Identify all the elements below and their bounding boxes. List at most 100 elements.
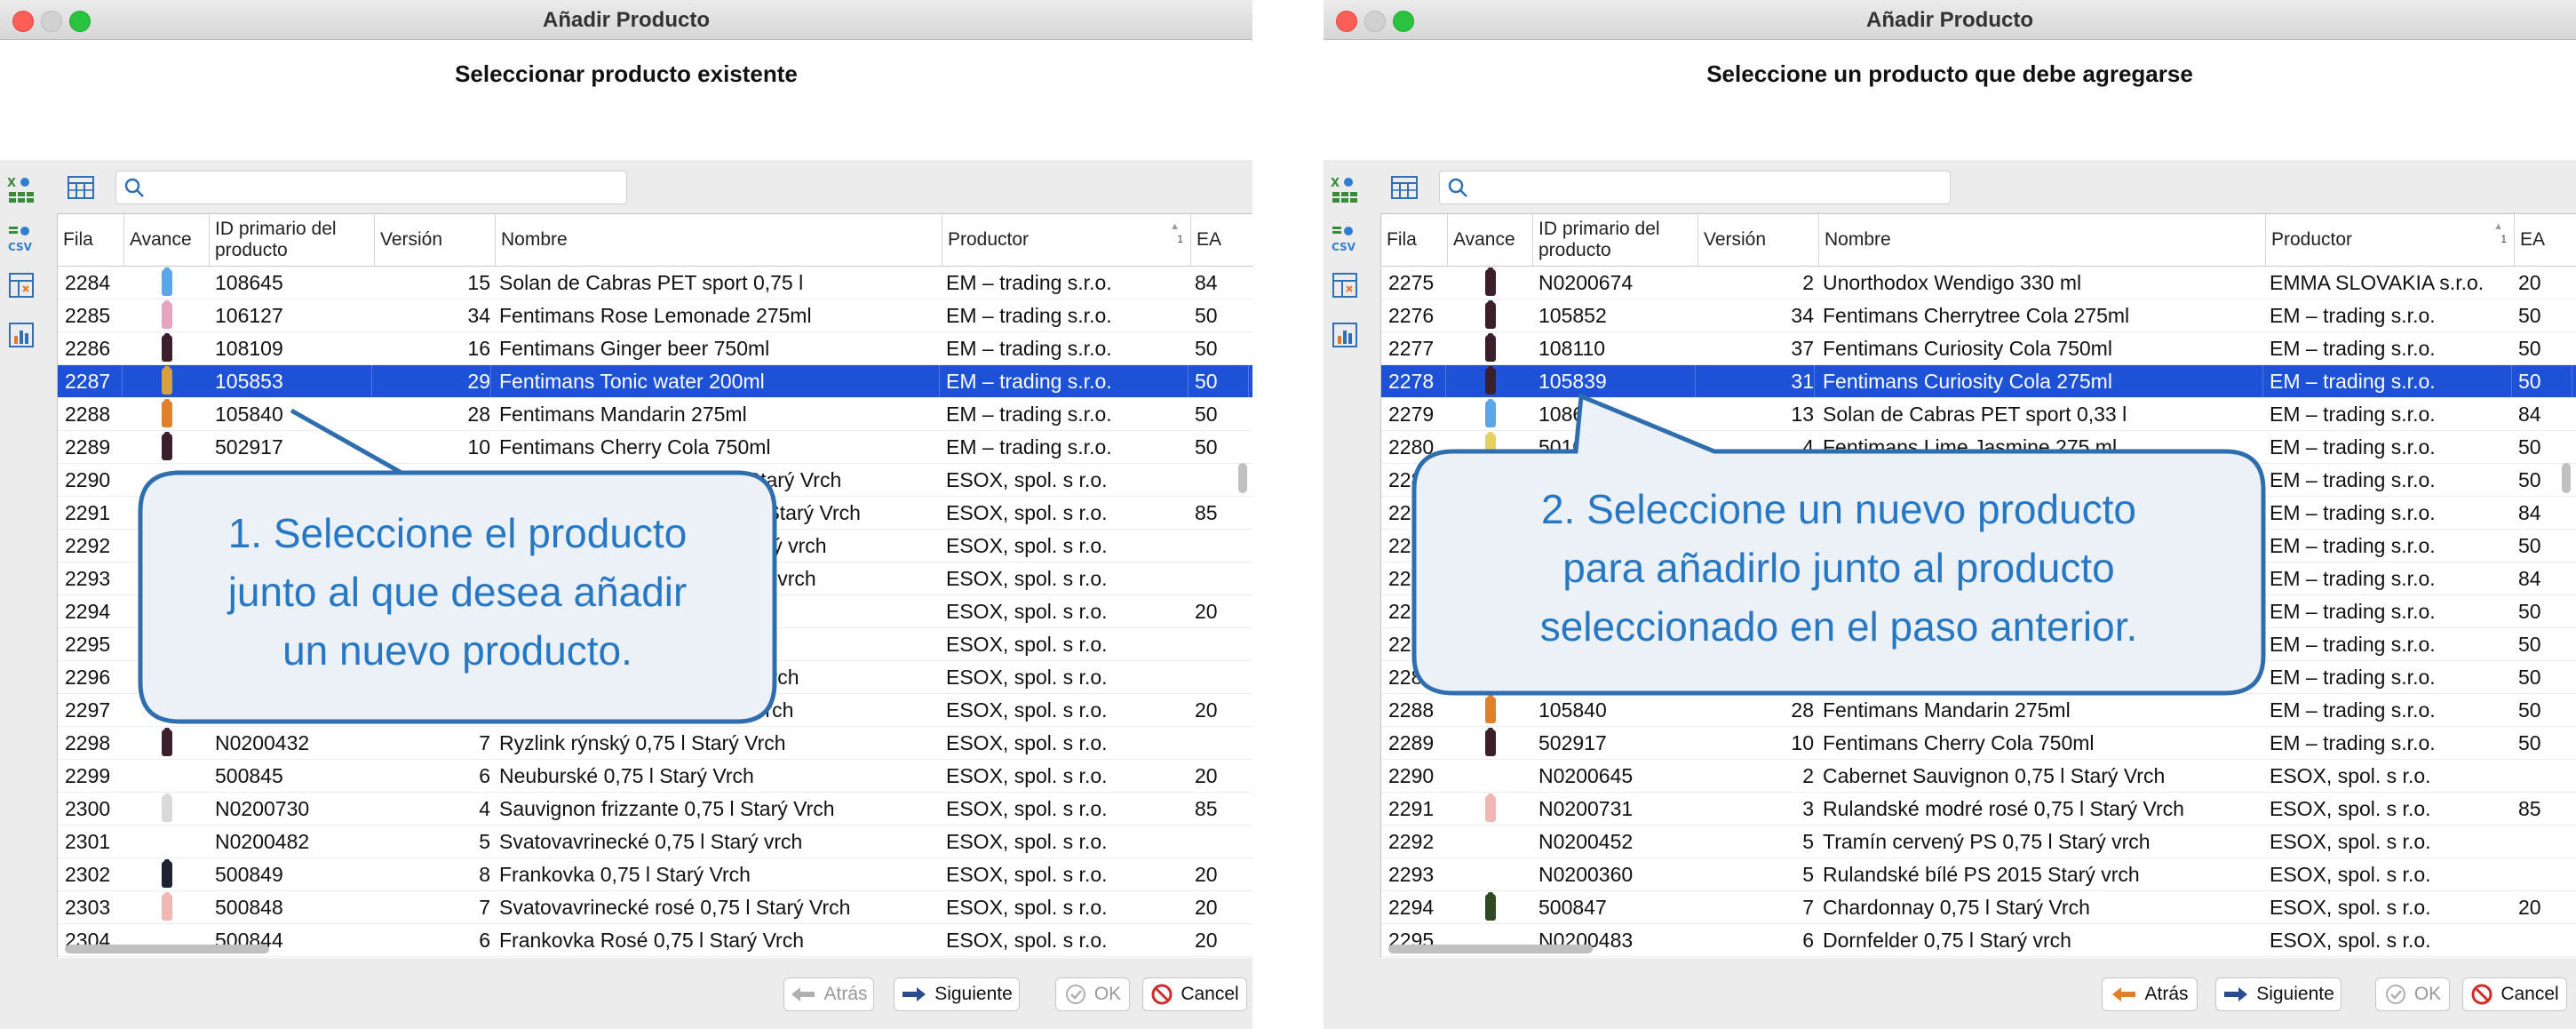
cell-id: 500845 <box>215 764 283 787</box>
table-row[interactable]: 2292 N0200452 5 Tramín cervený PS 0,75 l St… <box>1381 826 2576 858</box>
cell-productor: ESOX, spol. s r.o. <box>946 731 1108 754</box>
cell-ea: 50 <box>2518 633 2541 656</box>
cell-fila: 2293 <box>1388 863 1435 886</box>
column-header-id[interactable]: ID primario del producto <box>1533 214 1698 266</box>
cancel-button[interactable]: Cancel <box>1142 977 1247 1011</box>
cancel-button[interactable]: Cancel <box>2462 977 2567 1011</box>
table-row[interactable]: 2285 106127 34 Fentimans Rose Lemonade 275m… <box>58 299 1252 332</box>
next-button[interactable]: Siguiente <box>894 977 1020 1011</box>
table-row[interactable]: 2290 N0200645 2 Cabernet Sauvignon 0,75 l S… <box>1381 760 2576 793</box>
csv-export-icon[interactable]: CSV <box>1331 224 1361 254</box>
table-row[interactable]: 2280 501000 4 Fentimans Lime Jasmine 275 ml… <box>1381 431 2576 464</box>
dialog-subtitle: Seleccione un producto que debe agregars… <box>1706 60 2193 87</box>
back-button[interactable]: Atrás <box>783 977 874 1011</box>
table-row[interactable]: 2289 502917 10 Fentimans Cherry Cola 750ml E… <box>1381 727 2576 760</box>
cell-version: 37 <box>1791 337 1814 360</box>
next-button[interactable]: Siguiente <box>2215 977 2341 1011</box>
column-header-version[interactable]: Versión <box>1698 214 1819 266</box>
search-input[interactable] <box>115 171 627 204</box>
table-row[interactable]: 2284 108645 15 Solan de Cabras PET sport 0,… <box>58 267 1252 299</box>
column-header-nombre[interactable]: Nombre <box>1819 214 2266 266</box>
cell-ea <box>1195 661 1248 693</box>
cell-version: 6 <box>1802 929 1814 952</box>
productor-label: Productor <box>2271 229 2353 250</box>
cell-nombre: Svatovavrinecké rosé 0,75 l Starý Vrch <box>499 896 851 919</box>
column-header-productor[interactable]: Productor ▲ 1 <box>2266 214 2515 266</box>
back-button[interactable]: Atrás <box>2102 977 2198 1011</box>
cell-version: 5 <box>1802 863 1814 886</box>
column-header-version[interactable]: Versión <box>375 214 496 266</box>
vertical-scrollbar[interactable] <box>1238 463 1247 493</box>
table-row[interactable]: 2299 500845 6 Neuburské 0,75 l Starý Vrch ES… <box>58 760 1252 793</box>
table-row[interactable]: 2303 500848 7 Svatovavrinecké rosé 0,75 l S… <box>58 891 1252 924</box>
table-row[interactable]: 2275 N0200674 2 Unorthodox Wendigo 330 ml EM… <box>1381 267 2576 299</box>
cell-fila: 2300 <box>65 797 111 820</box>
table-row[interactable]: 2297 500846 7 Ryzlink vlašský 0,75 l Starý … <box>58 694 1252 727</box>
next-button-label: Siguiente <box>934 984 1013 1004</box>
table-row[interactable]: 2301 N0200482 5 Svatovavrinecké 0,75 l Star… <box>58 826 1252 858</box>
column-header-avance[interactable]: Avance <box>124 214 210 266</box>
table-row[interactable]: 2276 105852 34 Fentimans Cherrytree Cola 27… <box>1381 299 2576 332</box>
cell-ea: 84 <box>1195 271 1218 294</box>
column-header-fila[interactable]: Fila <box>1381 214 1448 266</box>
table-row-selected[interactable]: 2287 105853 29 Fentimans Tonic water 200ml E… <box>58 365 1252 398</box>
cell-id: N0200645 <box>1538 764 1634 787</box>
table-row[interactable]: 2288 105840 28 Fentimans Mandarin 275ml EM –… <box>58 398 1252 431</box>
table-row[interactable]: 2302 500849 8 Frankovka 0,75 l Starý Vrch ES… <box>58 858 1252 891</box>
vertical-scrollbar[interactable] <box>2562 463 2571 493</box>
table-layout-icon[interactable] <box>66 172 96 203</box>
ok-button-label: OK <box>1093 984 1122 1004</box>
table-row[interactable]: 2298 N0200432 7 Ryzlink rýnský 0,75 l Starý… <box>58 727 1252 760</box>
table-row[interactable]: 2291 N0200731 3 Rulandské modré rosé 0,75 l… <box>1381 793 2576 826</box>
cell-version: 29 <box>375 365 491 397</box>
cell-productor: ESOX, spol. s r.o. <box>2270 896 2431 919</box>
product-thumbnail <box>1485 432 1496 460</box>
column-header-id[interactable]: ID primario del producto <box>210 214 375 266</box>
column-header-avance[interactable]: Avance <box>1448 214 1533 266</box>
table-row-selected[interactable]: 2278 105839 31 Fentimans Curiosity Cola 275… <box>1381 365 2576 398</box>
column-header-nombre[interactable]: Nombre <box>496 214 942 266</box>
column-header-productor[interactable]: Productor ▲ 1 <box>942 214 1191 266</box>
table-row[interactable]: 2287 105853 29 Fentimans Tonic water 200ml E… <box>1381 661 2576 694</box>
table-row[interactable]: 2279 108646 13 Solan de Cabras PET sport 0,… <box>1381 398 2576 431</box>
search-input[interactable] <box>1439 171 1951 204</box>
chart-icon[interactable] <box>1331 320 1361 350</box>
cell-productor: EM – trading s.r.o. <box>2270 534 2436 557</box>
horizontal-scrollbar[interactable] <box>1388 945 1593 953</box>
xls-export-icon[interactable]: X <box>1331 174 1361 204</box>
column-header-ea[interactable]: EA <box>2515 214 2576 266</box>
chart-icon[interactable] <box>7 320 37 350</box>
horizontal-scrollbar[interactable] <box>65 945 269 953</box>
cell-id: 105839 <box>1538 365 1696 397</box>
table-settings-icon[interactable] <box>1331 270 1361 300</box>
table-row[interactable]: 2290 N0200645 2 Cabernet Sauvignon 0,75 l S… <box>58 464 1252 497</box>
column-header-ea[interactable]: EA <box>1191 214 1252 266</box>
table-row[interactable]: 2293 N0200360 5 Rulandské bílé PS 2015 Star… <box>1381 858 2576 891</box>
cell-ea <box>2518 826 2572 858</box>
table-row[interactable]: 2289 502917 10 Fentimans Cherry Cola 750ml E… <box>58 431 1252 464</box>
cell-nombre: Fentimans Mandarin 275ml <box>499 403 747 426</box>
cell-fila: 2280 <box>1388 435 1435 459</box>
ok-button[interactable]: OK <box>1055 977 1130 1011</box>
cell-fila: 2291 <box>65 501 111 524</box>
cell-ea: 50 <box>2518 731 2541 754</box>
csv-export-icon[interactable]: CSV <box>7 224 37 254</box>
table-row[interactable]: 2288 105840 28 Fentimans Mandarin 275ml EM –… <box>1381 694 2576 727</box>
product-thumbnail <box>162 794 172 822</box>
cell-nombre: Fentimans Tonic water 200ml <box>1823 666 2088 689</box>
table-row[interactable]: 2286 108109 16 Fentimans Ginger beer 750ml E… <box>58 332 1252 365</box>
xls-export-icon[interactable]: X <box>7 174 37 204</box>
column-header-fila[interactable]: Fila <box>58 214 124 266</box>
cell-ea: 20 <box>1195 764 1218 787</box>
table-row[interactable]: 2300 N0200730 4 Sauvignon frizzante 0,75 l … <box>58 793 1252 826</box>
ok-button[interactable]: OK <box>2375 977 2450 1011</box>
cell-ea: 50 <box>1195 337 1218 360</box>
table-settings-icon[interactable] <box>7 270 37 300</box>
table-row[interactable]: 2294 500847 7 Chardonnay 0,75 l Starý Vrch E… <box>1381 891 2576 924</box>
cell-id: 501000 <box>1538 435 1607 459</box>
callout-text-1: 1. Seleccione el producto junto al que d… <box>140 504 775 680</box>
cell-fila: 2297 <box>65 698 111 722</box>
table-row[interactable]: 2277 108110 37 Fentimans Curiosity Cola 750… <box>1381 332 2576 365</box>
table-layout-icon[interactable] <box>1389 172 1419 203</box>
cell-ea: 50 <box>1195 403 1218 426</box>
